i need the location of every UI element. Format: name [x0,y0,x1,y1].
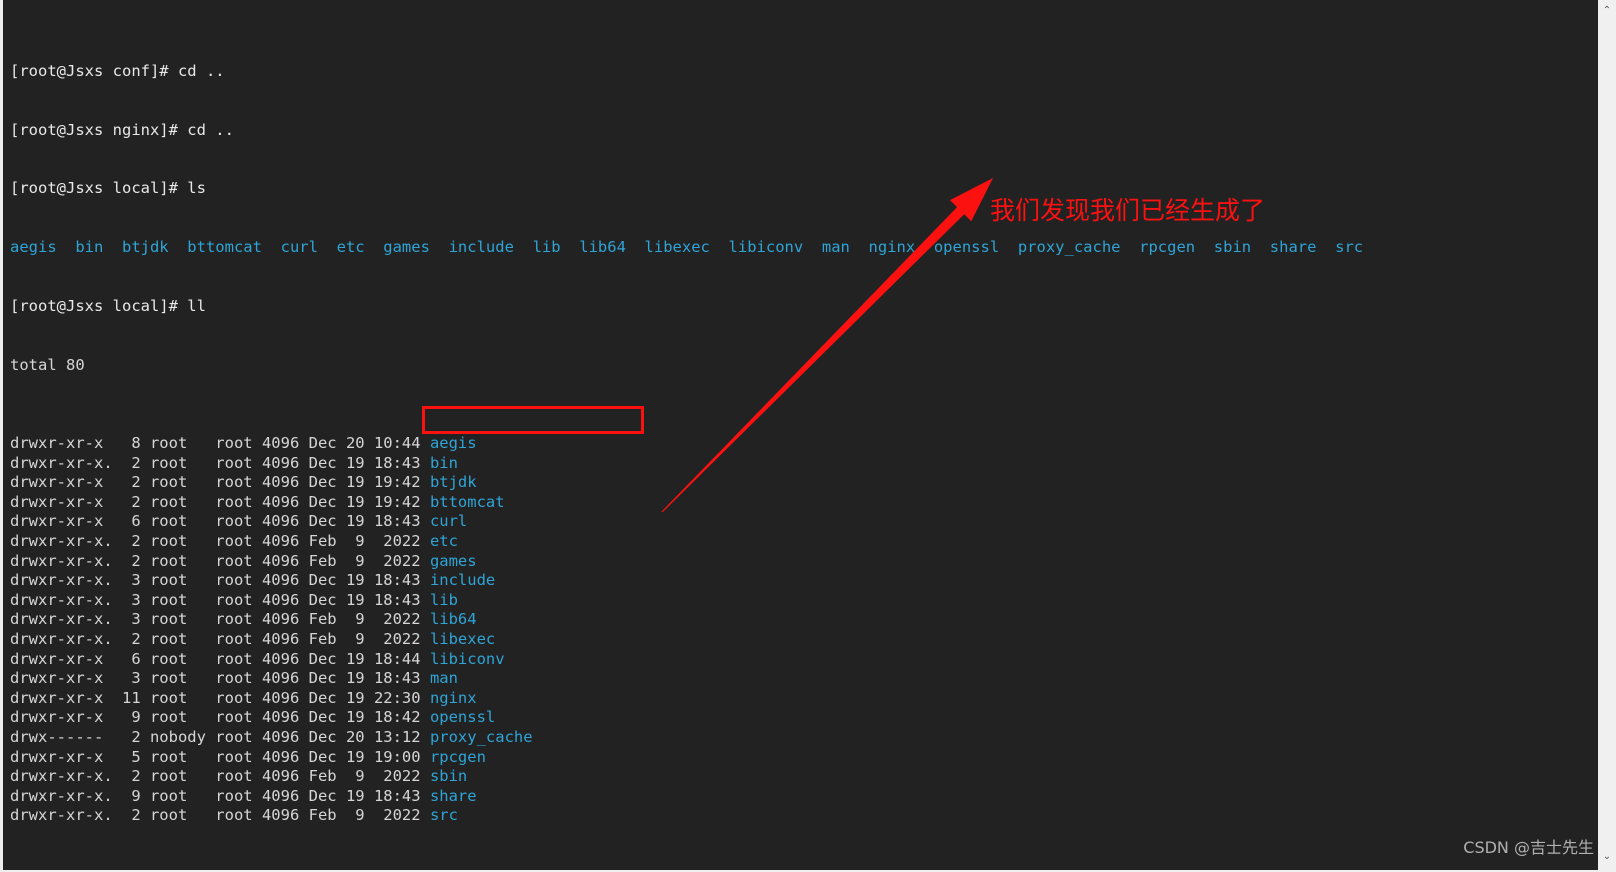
ll-row-meta: drwx------ 2 nobody root 4096 Dec 20 13:… [10,727,430,746]
ll-row: drwxr-xr-x. 2 root root 4096 Feb 9 2022 … [10,552,1363,572]
vertical-scrollbar[interactable]: ⌃ ⌄ [1598,0,1616,872]
ll-row-name: lib64 [429,610,477,629]
ll-row-name: proxy_cache [429,727,533,746]
ll-row-name: sbin [429,767,468,786]
ll-row: drwxr-xr-x 2 root root 4096 Dec 19 19:42… [10,473,1363,493]
ll-row-name: share [429,786,477,805]
ll-row: drwxr-xr-x. 2 root root 4096 Dec 19 18:4… [10,454,1363,474]
ll-row: drwxr-xr-x 11 root root 4096 Dec 19 22:3… [10,689,1363,709]
ll-row-name: include [429,571,496,590]
ll-row-meta: drwxr-xr-x 2 root root 4096 Dec 19 19:42 [10,492,430,511]
ll-row: drwxr-xr-x. 3 root root 4096 Feb 9 2022 … [10,610,1363,630]
ll-row-meta: drwxr-xr-x 6 root root 4096 Dec 19 18:43 [10,512,430,531]
ll-row-meta: drwxr-xr-x 8 root root 4096 Dec 20 10:44 [10,434,430,453]
ll-row-name: openssl [429,708,496,727]
scroll-down-arrow-icon[interactable]: ⌄ [1598,848,1616,866]
scroll-up-arrow-icon[interactable]: ⌃ [1598,2,1616,20]
ll-row: drwxr-xr-x 2 root root 4096 Dec 19 19:42… [10,493,1363,513]
ll-row-name: bttomcat [429,492,505,511]
ll-row: drwxr-xr-x 9 root root 4096 Dec 19 18:42… [10,708,1363,728]
ll-row-name: lib [429,590,458,609]
ll-row-name: src [429,806,458,825]
ll-row: drwxr-xr-x. 9 root root 4096 Dec 19 18:4… [10,787,1363,807]
screenshot-root: [root@Jsxs conf]# cd .. [root@Jsxs nginx… [0,0,1616,872]
ll-row-meta: drwxr-xr-x. 2 root root 4096 Feb 9 2022 [10,806,430,825]
ll-row-meta: drwxr-xr-x. 3 root root 4096 Feb 9 2022 [10,610,430,629]
ll-row-name: libexec [429,630,496,648]
terminal-window[interactable]: [root@Jsxs conf]# cd .. [root@Jsxs nginx… [3,0,1598,870]
terminal-line: [root@Jsxs conf]# cd .. [10,62,1363,82]
ll-row-meta: drwxr-xr-x 2 root root 4096 Dec 19 19:42 [10,473,430,492]
ll-row-meta: drwxr-xr-x 6 root root 4096 Dec 19 18:44 [10,649,430,668]
ll-row: drwx------ 2 nobody root 4096 Dec 20 13:… [10,728,1363,748]
ll-row-meta: drwxr-xr-x 3 root root 4096 Dec 19 18:43 [10,669,430,688]
terminal-output: [root@Jsxs conf]# cd .. [root@Jsxs nginx… [10,3,1363,870]
ll-row-meta: drwxr-xr-x. 9 root root 4096 Dec 19 18:4… [10,786,430,805]
ll-row-name: btjdk [429,473,477,492]
ll-row-meta: drwxr-xr-x. 2 root root 4096 Feb 9 2022 [10,532,430,551]
ll-row: drwxr-xr-x. 2 root root 4096 Feb 9 2022 … [10,630,1363,650]
ll-row-meta: drwxr-xr-x. 3 root root 4096 Dec 19 18:4… [10,590,430,609]
ll-listing: drwxr-xr-x 8 root root 4096 Dec 20 10:44… [10,434,1363,826]
prompt-line-2: [root@Jsxs nginx]# cd .. [10,120,234,139]
ll-row-meta: drwxr-xr-x 11 root root 4096 Dec 19 22:3… [10,688,430,707]
ll-row: drwxr-xr-x 8 root root 4096 Dec 20 10:44… [10,434,1363,454]
ll-row: drwxr-xr-x. 3 root root 4096 Dec 19 18:4… [10,591,1363,611]
ll-row-name: bin [429,453,458,472]
ls-output-line: aegis bin btjdk bttomcat curl etc games … [10,238,1363,258]
ll-row-meta: drwxr-xr-x. 2 root root 4096 Dec 19 18:4… [10,453,430,472]
ll-row: drwxr-xr-x. 2 root root 4096 Feb 9 2022 … [10,532,1363,552]
terminal-line: [root@Jsxs nginx]# cd .. [10,121,1363,141]
ll-row-meta: drwxr-xr-x. 2 root root 4096 Feb 9 2022 [10,630,430,648]
total-label: total 80 [10,355,85,374]
ll-row: drwxr-xr-x. 2 root root 4096 Feb 9 2022 … [10,806,1363,826]
ll-row-meta: drwxr-xr-x 5 root root 4096 Dec 19 19:00 [10,747,430,766]
ll-row: drwxr-xr-x 5 root root 4096 Dec 19 19:00… [10,748,1363,768]
prompt-line-4: [root@Jsxs local]# ll [10,296,206,315]
ll-row: drwxr-xr-x. 2 root root 4096 Feb 9 2022 … [10,767,1363,787]
ll-row-name: nginx [429,688,477,707]
ll-row: drwxr-xr-x 6 root root 4096 Dec 19 18:43… [10,512,1363,532]
ll-row: drwxr-xr-x 6 root root 4096 Dec 19 18:44… [10,650,1363,670]
ll-row-meta: drwxr-xr-x. 2 root root 4096 Feb 9 2022 [10,767,430,786]
prompt-line-1: [root@Jsxs conf]# cd .. [10,61,225,80]
csdn-watermark: CSDN @吉士先生 [1463,838,1594,857]
ll-row-meta: drwxr-xr-x. 2 root root 4096 Feb 9 2022 [10,551,430,570]
ll-row-name: curl [429,512,468,531]
total-line: total 80 [10,356,1363,376]
ll-row-meta: drwxr-xr-x. 3 root root 4096 Dec 19 18:4… [10,571,430,590]
ll-row-name: man [429,669,458,688]
ll-row-name: games [429,551,477,570]
ll-row-name: etc [429,532,458,551]
ll-row-name: aegis [429,434,477,453]
ll-row-meta: drwxr-xr-x 9 root root 4096 Dec 19 18:42 [10,708,430,727]
window-left-edge [0,0,3,872]
ll-row: drwxr-xr-x 3 root root 4096 Dec 19 18:43… [10,669,1363,689]
ls-names: aegis bin btjdk bttomcat curl etc games … [10,238,1364,257]
terminal-line: [root@Jsxs local]# ls [10,179,1363,199]
ll-row: drwxr-xr-x. 3 root root 4096 Dec 19 18:4… [10,571,1363,591]
ll-row-name: rpcgen [429,747,486,766]
ll-row-name: libiconv [429,649,505,668]
terminal-line: [root@Jsxs local]# ll [10,297,1363,317]
prompt-line-3: [root@Jsxs local]# ls [10,179,206,198]
